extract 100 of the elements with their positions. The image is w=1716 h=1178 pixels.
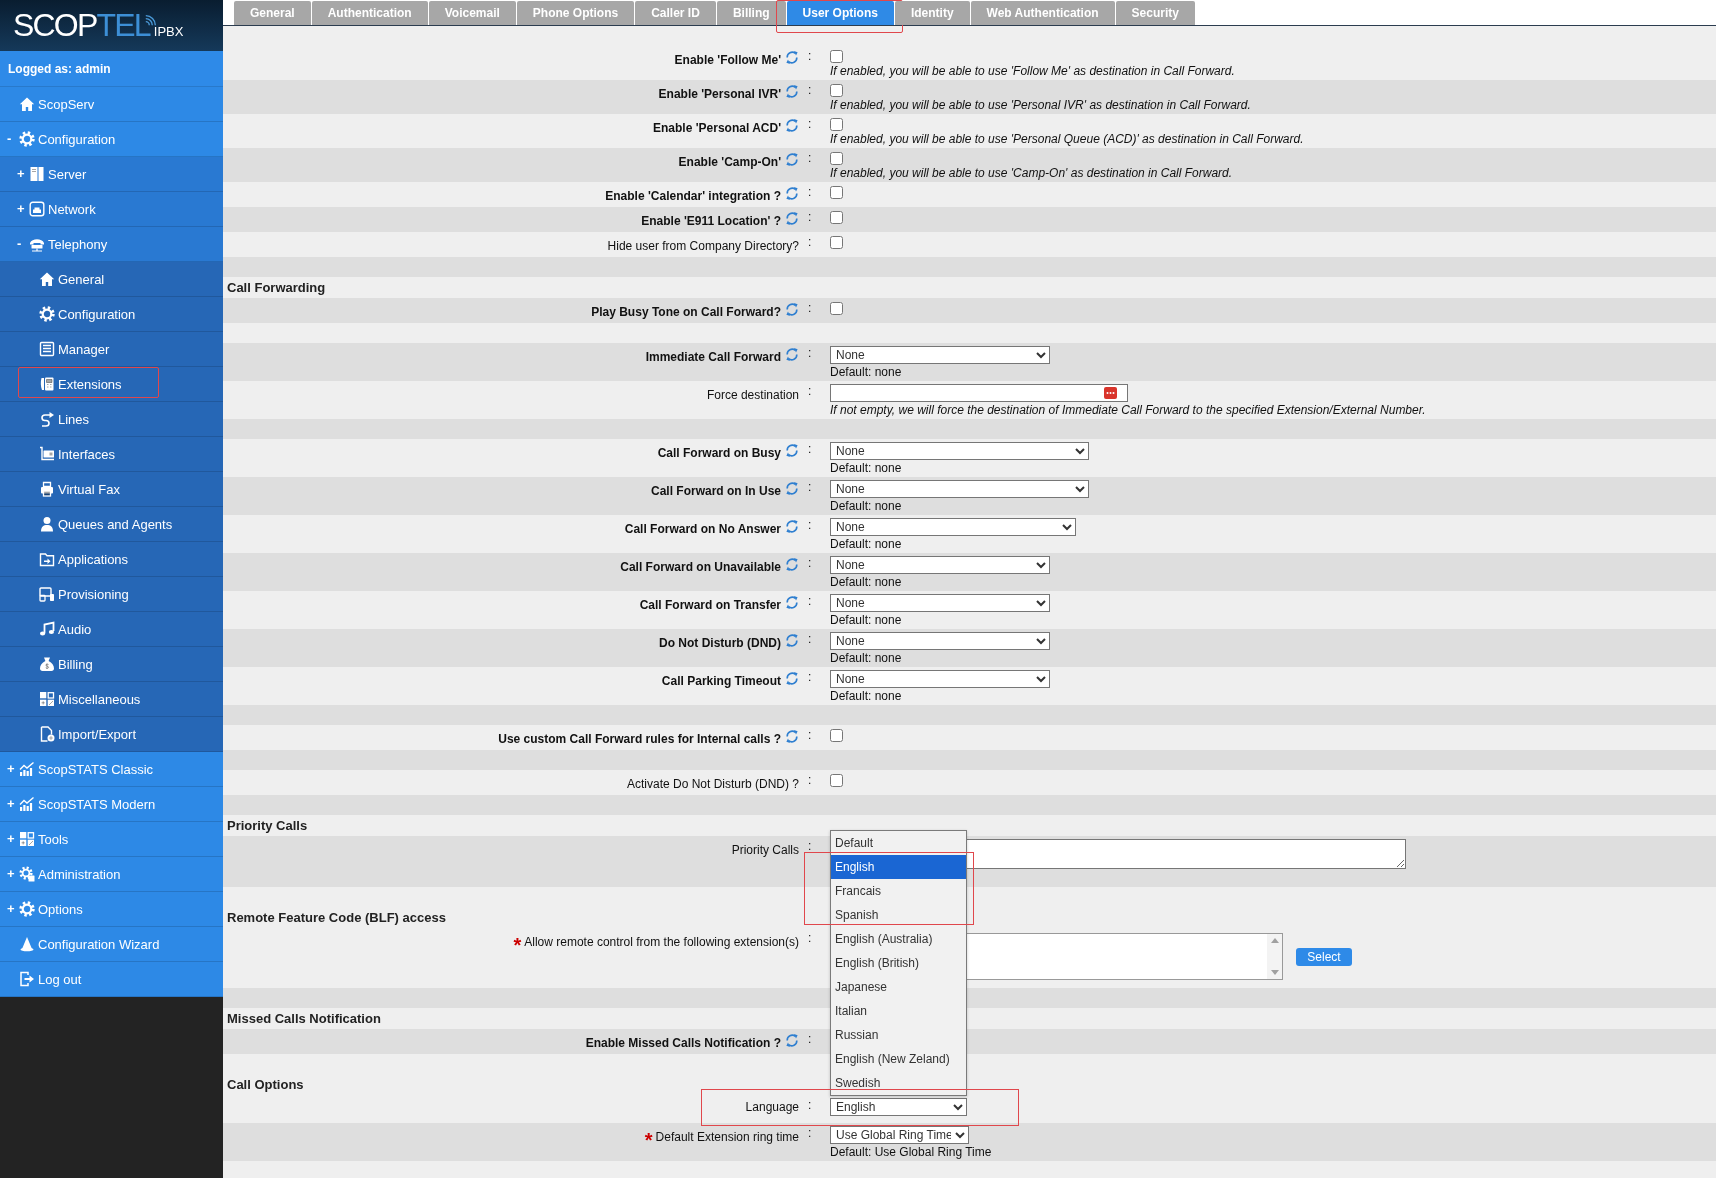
dropdown-option[interactable]: Italian [831,999,966,1023]
sidebar-item[interactable]: Log out [0,962,223,997]
select-button[interactable]: Select [1296,947,1352,966]
sidebar-item[interactable]: - Configuration [0,122,223,157]
sidebar-item[interactable]: Audio [0,612,223,647]
default-value-text: Default: none [830,613,902,627]
sidebar-item[interactable]: + Options [0,892,223,927]
refresh-icon[interactable] [785,481,799,496]
checkbox[interactable] [830,774,843,787]
refresh-icon[interactable] [785,671,799,686]
scroll-down-icon[interactable] [1270,970,1279,975]
refresh-icon[interactable] [785,302,799,317]
expand-toggle[interactable]: + [17,166,29,182]
select-dropdown[interactable]: None [830,346,1050,364]
select-dropdown[interactable]: None [830,670,1050,688]
expand-toggle[interactable]: + [7,796,19,812]
expand-toggle[interactable]: - [7,131,19,147]
label-colon: : [807,234,812,249]
checkbox[interactable] [830,84,843,97]
select-dropdown[interactable]: None [830,480,1089,498]
label-colon: : [807,593,812,608]
expand-toggle[interactable]: - [17,236,29,252]
select-dropdown[interactable]: None [830,594,1050,612]
refresh-icon[interactable] [785,50,799,65]
refresh-icon[interactable] [785,84,799,99]
refresh-icon[interactable] [785,1033,799,1048]
refresh-icon[interactable] [785,211,799,226]
label-colon: : [807,555,812,570]
sidebar-item[interactable]: + Server [0,157,223,192]
expand-toggle[interactable]: + [7,831,19,847]
expand-toggle[interactable]: + [7,761,19,777]
sidebar-item[interactable]: Queues and Agents [0,507,223,542]
refresh-icon[interactable] [785,729,799,744]
dropdown-option[interactable]: Default [831,831,966,855]
sidebar-item[interactable]: Extensions [0,367,223,402]
checkbox[interactable] [830,236,843,249]
checkbox[interactable] [830,302,843,315]
dropdown-list[interactable]: Default English Francais Spanish English (Australia) English (British) Japanese Italian Russian English (New Zeland) Swedish [830,830,967,1096]
sidebar-item[interactable]: General [0,262,223,297]
select-dropdown[interactable]: English [830,1098,967,1116]
sidebar-item[interactable]: Configuration [0,297,223,332]
default-value-text: Default: none [830,365,902,379]
sidebar-item[interactable]: Interfaces [0,437,223,472]
sidebar-item[interactable]: Provisioning [0,577,223,612]
refresh-icon[interactable] [785,557,799,572]
checkbox[interactable] [830,50,843,63]
sidebar-item[interactable]: Lines [0,402,223,437]
select-dropdown[interactable]: None [830,632,1050,650]
refresh-icon[interactable] [785,118,799,133]
sidebar-item[interactable]: + Tools [0,822,223,857]
text-field[interactable] [830,384,1128,402]
sidebar-item[interactable]: Miscellaneous [0,682,223,717]
sidebar-item[interactable]: ScopServ [0,87,223,122]
refresh-icon[interactable] [785,152,799,167]
sidebar-item[interactable]: Billing [0,647,223,682]
checkbox[interactable] [830,186,843,199]
required-mark: * [513,935,522,952]
expand-toggle[interactable]: + [17,201,29,217]
refresh-icon[interactable] [785,186,799,201]
sidebar-item[interactable]: Manager [0,332,223,367]
label-colon: : [807,772,812,787]
dropdown-option[interactable]: English (British) [831,951,966,975]
sidebar-item[interactable]: + ScopSTATS Classic [0,752,223,787]
dropdown-option[interactable]: English (New Zeland) [831,1047,966,1071]
refresh-icon[interactable] [785,519,799,534]
sidebar-item[interactable]: + ScopSTATS Modern [0,787,223,822]
section-heading: Remote Feature Code (BLF) access [226,910,446,925]
dropdown-option[interactable]: Swedish [831,1071,966,1095]
checkbox[interactable] [830,211,843,224]
sidebar-item[interactable]: Import/Export [0,717,223,752]
expand-toggle[interactable]: + [7,866,19,882]
tab[interactable]: User Options [786,1,894,25]
refresh-icon[interactable] [785,595,799,610]
dropdown-option[interactable]: English (Australia) [831,927,966,951]
default-value-text: Default: Use Global Ring Time [830,1145,992,1159]
dropdown-option[interactable]: Japanese [831,975,966,999]
dropdown-option[interactable]: English [831,855,966,879]
sidebar-item[interactable]: + Network [0,192,223,227]
checkbox[interactable] [830,152,843,165]
ellipsis-icon[interactable] [1104,387,1117,399]
select-dropdown[interactable]: None [830,556,1050,574]
sidebar-item[interactable]: Configuration Wizard [0,927,223,962]
sidebar-item[interactable]: Applications [0,542,223,577]
select-dropdown[interactable]: None [830,518,1076,536]
sidebar-item[interactable]: Virtual Fax [0,472,223,507]
sidebar-item[interactable]: - Telephony [0,227,223,262]
label-colon: : [807,383,812,398]
scroll-up-icon[interactable] [1270,938,1279,943]
refresh-icon[interactable] [785,347,799,362]
expand-toggle[interactable]: + [7,901,19,917]
checkbox[interactable] [830,118,843,131]
select-dropdown[interactable]: None [830,442,1089,460]
label-colon: : [807,345,812,360]
dropdown-option[interactable]: Spanish [831,903,966,927]
checkbox[interactable] [830,729,843,742]
sidebar-item[interactable]: + Administration [0,857,223,892]
dropdown-option[interactable]: Russian [831,1023,966,1047]
refresh-icon[interactable] [785,443,799,458]
dropdown-option[interactable]: Francais [831,879,966,903]
refresh-icon[interactable] [785,633,799,648]
